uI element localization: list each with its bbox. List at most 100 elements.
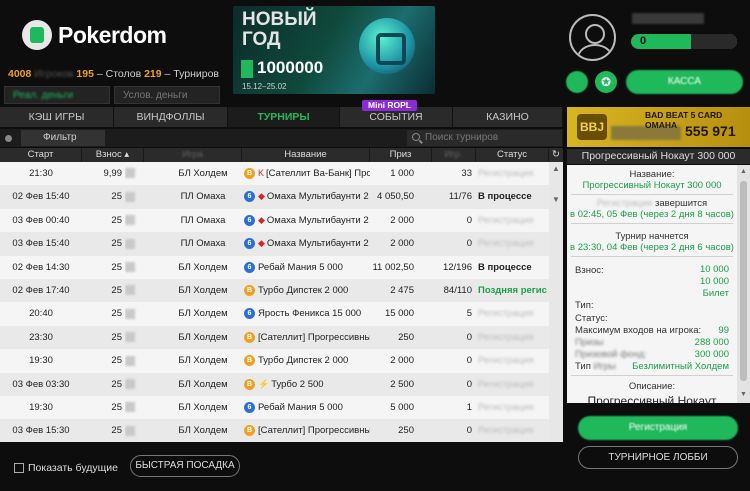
table-row[interactable]: 20:40 25 БЛ Холдем 6 Ярость Феникса 15 000 15… [0, 302, 549, 325]
scroll-up-icon[interactable]: ▲ [552, 164, 560, 173]
detail-status-label: Статус: [575, 313, 608, 324]
quick-seat-button[interactable]: БЫСТРАЯ ПОСАДКА [130, 455, 240, 477]
brand-logo[interactable]: Pokerdom [22, 20, 167, 50]
table-row[interactable]: 03 Фев 15:30 25 БЛ Холдем B [Сателлит] Прогр… [0, 419, 549, 442]
cell-fee-extra [125, 396, 139, 419]
cell-game: БЛ Холдем [178, 261, 228, 273]
scroll-up-icon[interactable]: ▲ [740, 168, 747, 175]
cell-start: 03 Фев 03:30 [12, 378, 70, 390]
cell-status: Регистрация [478, 308, 534, 320]
table-row[interactable]: 19:30 25 БЛ Холдем 6 Ребай Мания 5 000 5 000 1… [0, 396, 549, 419]
tab-cash-games[interactable]: КЭШ ИГРЫ [0, 107, 114, 127]
show-future-checkbox[interactable] [14, 463, 24, 473]
tournament-name: Турбо Дипстек 2 000 [258, 285, 349, 296]
tournaments-count: 219 [144, 68, 162, 80]
cell-players: 1 [466, 402, 472, 413]
filter-toggle-icon[interactable] [5, 135, 12, 142]
lobby-stats: 4008 Игроков 195 – Столов 219 – Турниров [8, 68, 220, 80]
col-status[interactable]: Статус [476, 148, 549, 162]
pokerdom-logo-icon [22, 20, 52, 50]
cell-players: 5 [466, 308, 472, 320]
tournament-name: Ярость Феникса 15 000 [258, 308, 362, 320]
col-name[interactable]: Название [242, 148, 370, 162]
tab-real-money[interactable]: Реал. деньги [4, 86, 110, 104]
jackpot-value: 555 971 [685, 123, 736, 139]
refresh-icon[interactable]: ↻ [549, 148, 563, 162]
cell-players: 84/110 [443, 285, 472, 296]
cell-fee: 25 [111, 378, 122, 390]
bitcoin-badge-icon: B [244, 355, 255, 367]
table-row[interactable]: 21:30 9,99 БЛ Холдем B K [Сателлит Ва-Банк] П… [0, 162, 549, 185]
cell-name: B ⚡ Турбо 2 500 [244, 373, 370, 396]
col-start[interactable]: Старт [0, 148, 82, 162]
banner-amount: 1000000 [257, 58, 324, 77]
cell-fee-extra [125, 209, 139, 232]
col-players[interactable]: Игр. [432, 148, 476, 162]
cell-name: 6 ◆ Омаха Мультибаунти 2 0 [244, 185, 370, 208]
bbj-logo: BBJ [577, 114, 607, 140]
tables-count: 195 [76, 68, 94, 80]
six-plus-badge-icon: 6 [244, 261, 255, 273]
search-input[interactable]: Поиск турниров [407, 130, 562, 146]
promo-banner[interactable]: НОВЫЙ ГОД 1000000 15.12–25.02 [233, 6, 435, 94]
tournament-name: Омаха Мультибаунти 2 0 [266, 238, 370, 250]
cell-players: 0 [466, 331, 472, 343]
cell-fee: 25 [111, 214, 122, 226]
register-button[interactable]: Регистрация [578, 416, 738, 440]
cell-status: Регистрация [478, 425, 534, 437]
table-row[interactable]: 02 Фев 15:40 25 ПЛ Омаха 6 ◆ Омаха Мультибаун… [0, 185, 549, 209]
cell-fee: 25 [111, 402, 122, 413]
cell-name: 6 ◆ Омаха Мультибаунти 2 0 [244, 232, 370, 255]
col-fee[interactable]: Взнос ▴ [82, 148, 144, 162]
table-row[interactable]: 23:30 25 БЛ Холдем B [Сателлит] Прогрессивны… [0, 325, 549, 350]
cell-name: 6 Ярость Феникса 15 000 [244, 302, 370, 325]
balance-pill[interactable]: 0 [631, 34, 737, 49]
col-prize[interactable]: Приз [370, 148, 432, 162]
bitcoin-badge-icon: B [244, 425, 255, 437]
scroll-thumb[interactable] [740, 181, 747, 381]
banner-dates: 15.12–25.02 [242, 82, 287, 91]
cell-status: Регистрация [478, 402, 534, 413]
balance-value: 0 [640, 35, 647, 47]
scroll-down-icon[interactable]: ▼ [552, 195, 560, 204]
cell-fee: 9,99 [103, 168, 123, 179]
cell-fee-extra [125, 373, 139, 396]
details-scrollbar[interactable]: ▲ ▼ [737, 165, 750, 403]
avatar[interactable] [569, 14, 616, 61]
table-row[interactable]: 19:30 25 БЛ Холдем B Турбо Дипстек 2 000 2 00… [0, 349, 549, 372]
tournament-name: Ребай Мания 5 000 [258, 402, 343, 413]
cell-start: 20:40 [29, 308, 53, 320]
table-header: Старт Взнос ▴ Игра Название Приз Игр. Ст… [0, 148, 563, 162]
col-game[interactable]: Игра [144, 148, 242, 162]
gift-icon[interactable] [566, 71, 588, 93]
table-row[interactable]: 02 Фев 14:30 25 БЛ Холдем 6 Ребай Мания 5 00… [0, 256, 549, 279]
jackpot-banner[interactable]: BBJ BAD BEAT 5 CARD OMAHA 555 971 [567, 107, 750, 147]
table-row[interactable]: 02 Фев 17:40 25 БЛ Холдем B Турбо Дипстек 2 … [0, 279, 549, 303]
cell-start: 19:30 [29, 402, 53, 413]
tournament-lobby-button[interactable]: ТУРНИРНОЕ ЛОББИ [578, 446, 738, 469]
tab-tournaments[interactable]: ТУРНИРЫ [228, 107, 340, 127]
cell-prize: 2 000 [390, 214, 414, 226]
cell-prize: 4 050,50 [377, 191, 414, 203]
tab-casino[interactable]: КАЗИНО [453, 107, 563, 127]
cell-game: БЛ Холдем [178, 425, 228, 437]
cell-game: БЛ Холдем [178, 308, 228, 320]
cashier-button[interactable]: КАССА [626, 70, 743, 94]
scroll-down-icon[interactable]: ▼ [740, 391, 747, 398]
table-scrollbar[interactable]: ▲ ▼ [549, 162, 563, 442]
table-row[interactable]: 03 Фев 03:30 25 БЛ Холдем B ⚡ Турбо 2 500 2 50… [0, 372, 549, 396]
cell-start: 03 Фев 00:40 [12, 214, 70, 226]
star-icon[interactable]: ✪ [595, 71, 617, 93]
cell-status: В процессе [478, 191, 532, 203]
filter-button[interactable]: Фильтр [21, 130, 105, 146]
cell-name: B K [Сателлит Ва-Банк] Проб [244, 162, 370, 185]
table-row[interactable]: 03 Фев 15:40 25 ПЛ Омаха 6 ◆ Омаха Мультибаун… [0, 232, 549, 256]
table-row[interactable]: 03 Фев 00:40 25 ПЛ Омаха 6 ◆ Омаха Мультибаун… [0, 209, 549, 232]
mini-ropl-badge: Mini ROPL [362, 100, 417, 111]
detail-game-type-label: Тип Игры [575, 361, 616, 372]
cell-status: Регистрация [478, 238, 534, 250]
tab-play-money[interactable]: Услов. деньги [114, 86, 220, 104]
six-plus-badge-icon: 6 [244, 238, 255, 250]
tab-windfalls[interactable]: ВИНДФОЛЛЫ [114, 107, 228, 127]
cell-prize: 2 000 [390, 355, 414, 367]
